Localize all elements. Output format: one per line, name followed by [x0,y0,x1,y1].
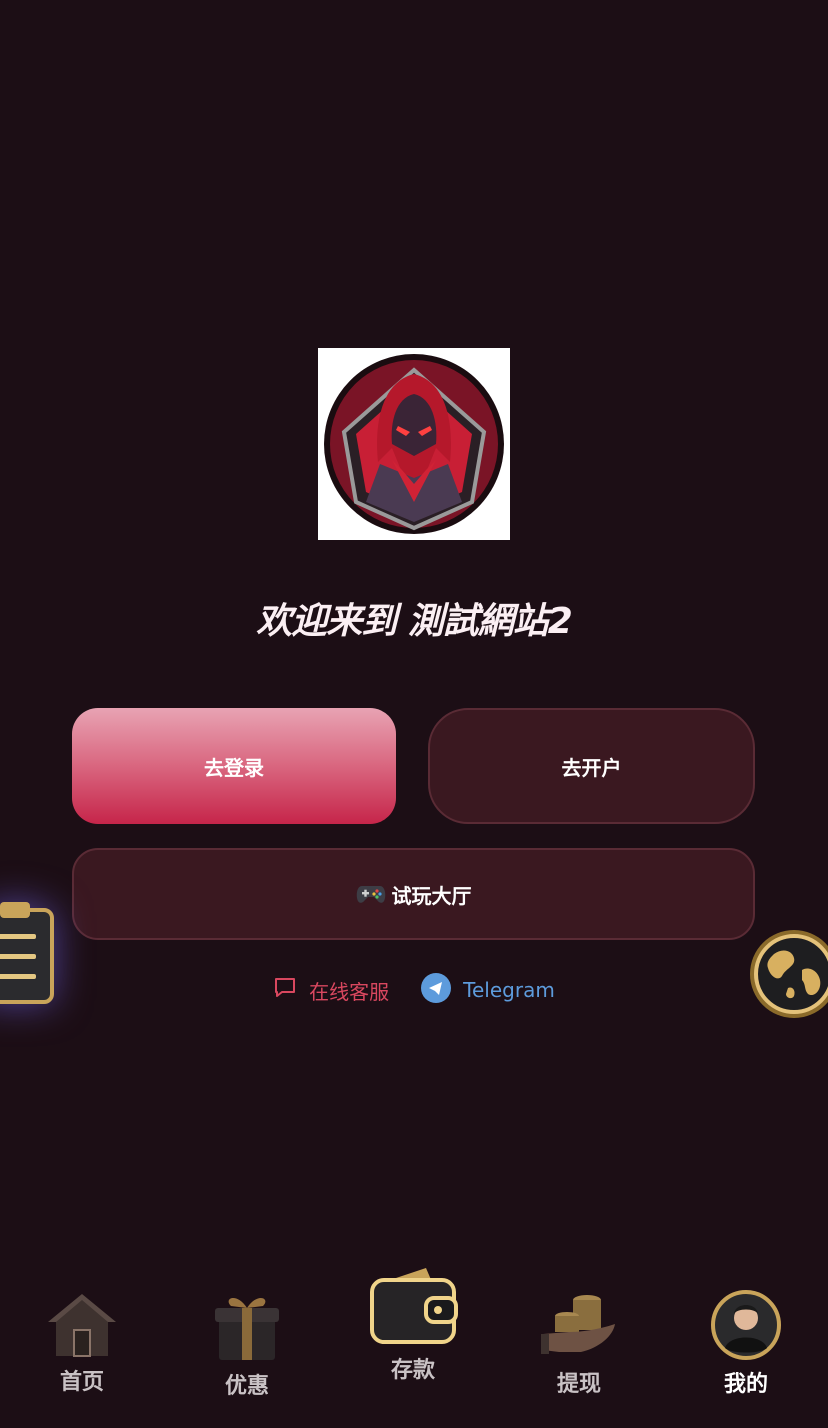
tab-promotions[interactable]: 优惠 [187,1290,307,1400]
chat-bubble-icon [273,976,297,1005]
hooded-ninja-logo-icon [324,354,504,534]
tab-deposit-label: 存款 [390,1358,435,1383]
welcome-title: 欢迎来到 測試網站2 [256,601,573,642]
tab-withdraw[interactable]: 提现 [519,1290,639,1398]
tab-withdraw-label: 提现 [556,1372,601,1397]
coins-hand-icon [541,1295,615,1354]
tab-profile-label: 我的 [723,1372,768,1397]
tab-home[interactable]: 首页 [22,1290,142,1396]
clipboard-icon [0,902,54,1004]
online-service-label: 在线客服 [309,979,390,1004]
gift-icon [215,1297,279,1360]
avatar-icon [711,1290,781,1360]
globe-icon [750,930,828,1018]
register-button[interactable]: 去开户 [428,708,755,824]
tab-promotions-label: 优惠 [224,1374,269,1399]
telegram-icon [421,972,452,1008]
contact-links: 在线客服 Telegram [0,970,828,1010]
register-button-label: 去开户 [561,755,622,780]
telegram-link[interactable]: Telegram [421,972,555,1008]
demo-hall-button[interactable]: 试玩大厅 [72,848,755,940]
tab-profile[interactable]: 我的 [686,1290,806,1398]
tab-deposit[interactable]: 存款 [353,1264,473,1384]
bottom-tab-bar: 首页 优惠 存款 提现 我的 [0,1250,828,1428]
site-logo [318,348,510,540]
floating-clipboard-button[interactable] [0,898,56,1008]
login-button-label: 去登录 [204,755,264,780]
floating-globe-button[interactable] [748,928,828,1024]
telegram-label: Telegram [463,978,555,1002]
online-service-link[interactable]: 在线客服 [273,976,389,1005]
gamepad-icon [356,882,386,906]
wallet-icon [370,1268,458,1344]
login-button[interactable]: 去登录 [72,708,396,824]
tab-home-label: 首页 [59,1370,104,1395]
home-icon [48,1294,116,1357]
demo-hall-label: 试玩大厅 [391,883,472,908]
